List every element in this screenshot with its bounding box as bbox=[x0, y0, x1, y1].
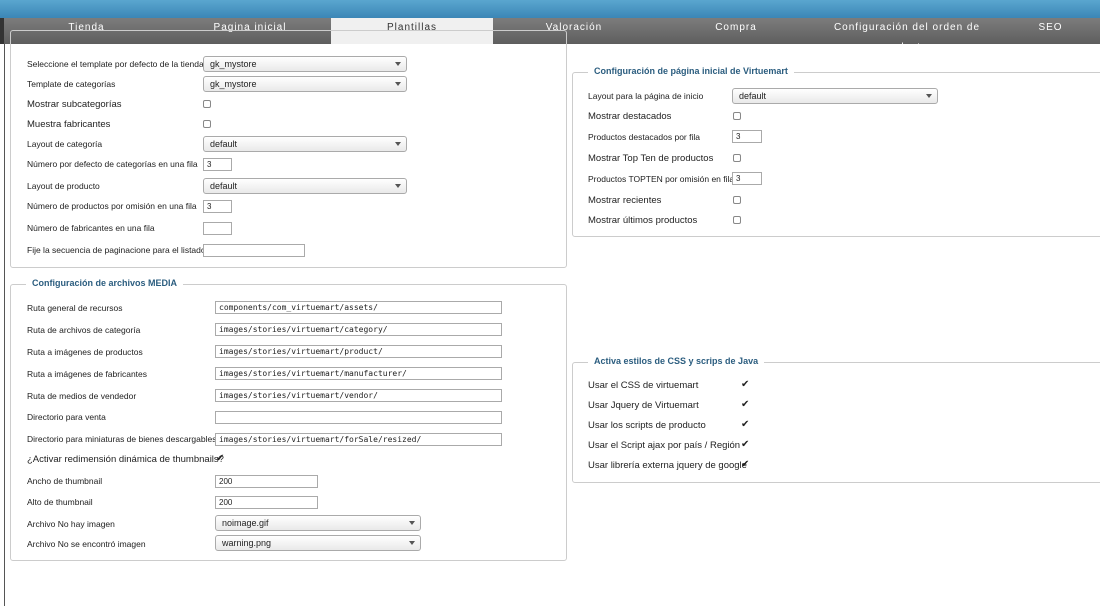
show-latest-checkbox[interactable] bbox=[733, 216, 741, 224]
category-path-input[interactable]: images/stories/virtuemart/category/ bbox=[215, 323, 502, 336]
manufacturer-path-label: Ruta a imágenes de fabricantes bbox=[27, 369, 148, 379]
products-per-row-input[interactable]: 3 bbox=[203, 200, 232, 213]
thumb-height-label: Alto de thumbnail bbox=[27, 497, 93, 507]
use-ajax-label: Usar el Script ajax por país / Región bbox=[588, 440, 741, 451]
thumb-width-label: Ancho de thumbnail bbox=[27, 476, 103, 486]
dynamic-resize-label: ¿Activar redimensión dinámica de thumbna… bbox=[27, 454, 224, 465]
product-layout-label: Layout de producto bbox=[27, 181, 100, 191]
show-featured-label: Mostrar destacados bbox=[588, 111, 672, 122]
chevron-down-icon bbox=[409, 521, 415, 525]
css-js-fieldset: Activa estilos de CSS y scrips de Java U… bbox=[572, 356, 1100, 483]
dynamic-resize-checkbox[interactable]: ✔ bbox=[216, 454, 226, 464]
manufacturers-per-row-label: Número de fabricantes en una fila bbox=[27, 223, 155, 233]
use-css-label: Usar el CSS de virtuemart bbox=[588, 380, 699, 391]
media-legend: Configuración de archivos MEDIA bbox=[26, 278, 184, 288]
no-image-select[interactable]: noimage.gif bbox=[215, 515, 421, 531]
use-css-checkbox[interactable]: ✔ bbox=[741, 380, 751, 390]
forsale-thumbs-input[interactable]: images/stories/virtuemart/forSale/resize… bbox=[215, 433, 502, 446]
product-path-label: Ruta a imágenes de productos bbox=[27, 347, 143, 357]
featured-per-row-input[interactable]: 3 bbox=[732, 130, 762, 143]
chevron-down-icon bbox=[395, 142, 401, 146]
category-layout-select[interactable]: default bbox=[203, 136, 407, 152]
homepage-layout-label: Layout para la página de inicio bbox=[588, 91, 704, 101]
chevron-down-icon bbox=[409, 541, 415, 545]
css-js-legend: Activa estilos de CSS y scrips de Java bbox=[588, 356, 765, 366]
pagination-sequence-label: Fije la secuencia de paginacione para el… bbox=[27, 245, 206, 255]
forsale-thumbs-label: Directorio para miniaturas de bienes des… bbox=[27, 434, 217, 444]
homepage-legend: Configuración de página inicial de Virtu… bbox=[588, 66, 794, 76]
show-topten-label: Mostrar Top Ten de productos bbox=[588, 153, 714, 164]
category-template-select[interactable]: gk_mystore bbox=[203, 76, 407, 92]
show-featured-checkbox[interactable] bbox=[733, 112, 741, 120]
not-found-select[interactable]: warning.png bbox=[215, 535, 421, 551]
default-template-label: Seleccione el template por defecto de la… bbox=[27, 59, 204, 69]
tab-seo[interactable]: SEO bbox=[997, 18, 1100, 44]
chevron-down-icon bbox=[395, 82, 401, 86]
media-fieldset: Configuración de archivos MEDIA Ruta gen… bbox=[10, 278, 567, 561]
pagination-sequence-input[interactable] bbox=[203, 244, 305, 257]
default-template-select[interactable]: gk_mystore bbox=[203, 56, 407, 72]
chevron-down-icon bbox=[395, 62, 401, 66]
category-path-label: Ruta de archivos de categoría bbox=[27, 325, 141, 335]
show-manufacturers-checkbox[interactable] bbox=[203, 120, 211, 128]
show-recent-checkbox[interactable] bbox=[733, 196, 741, 204]
show-recent-label: Mostrar recientes bbox=[588, 195, 662, 206]
templates-fieldset: Seleccione el template por defecto de la… bbox=[10, 30, 567, 268]
show-latest-label: Mostrar últimos productos bbox=[588, 215, 698, 226]
homepage-fieldset: Configuración de página inicial de Virtu… bbox=[572, 66, 1100, 237]
category-template-label: Template de categorías bbox=[27, 79, 116, 89]
assets-path-input[interactable]: components/com_virtuemart/assets/ bbox=[215, 301, 502, 314]
use-product-scripts-label: Usar los scripts de producto bbox=[588, 420, 706, 431]
featured-per-row-label: Productos destacados por fila bbox=[588, 132, 700, 142]
assets-path-label: Ruta general de recursos bbox=[27, 303, 123, 313]
categories-per-row-label: Número por defecto de categorías en una … bbox=[27, 159, 198, 169]
forsale-dir-label: Directorio para venta bbox=[27, 412, 106, 422]
use-jquery-checkbox[interactable]: ✔ bbox=[741, 400, 751, 410]
topten-per-row-input[interactable]: 3 bbox=[732, 172, 762, 185]
product-path-input[interactable]: images/stories/virtuemart/product/ bbox=[215, 345, 502, 358]
manufacturers-per-row-input[interactable] bbox=[203, 222, 232, 235]
show-topten-checkbox[interactable] bbox=[733, 154, 741, 162]
forsale-dir-input[interactable] bbox=[215, 411, 502, 424]
products-per-row-label: Número de productos por omisión en una f… bbox=[27, 201, 197, 211]
use-jquery-label: Usar Jquery de Virtuemart bbox=[588, 400, 699, 411]
use-product-scripts-checkbox[interactable]: ✔ bbox=[741, 420, 751, 430]
thumb-width-input[interactable]: 200 bbox=[215, 475, 318, 488]
show-manufacturers-label: Muestra fabricantes bbox=[27, 119, 111, 130]
chevron-down-icon bbox=[395, 184, 401, 188]
use-ajax-checkbox[interactable]: ✔ bbox=[741, 440, 751, 450]
top-header-bar bbox=[0, 0, 1100, 18]
product-layout-select[interactable]: default bbox=[203, 178, 407, 194]
no-image-label: Archivo No hay imagen bbox=[27, 519, 115, 529]
not-found-label: Archivo No se encontró imagen bbox=[27, 539, 146, 549]
chevron-down-icon bbox=[926, 94, 932, 98]
use-google-jquery-label: Usar librería externa jquery de google bbox=[588, 460, 747, 471]
show-subcategories-checkbox[interactable] bbox=[203, 100, 211, 108]
thumb-height-input[interactable]: 200 bbox=[215, 496, 318, 509]
tab-compra[interactable]: Compra bbox=[655, 18, 817, 44]
vendor-path-label: Ruta de medios de vendedor bbox=[27, 391, 137, 401]
categories-per-row-input[interactable]: 3 bbox=[203, 158, 232, 171]
left-divider bbox=[4, 44, 5, 606]
homepage-layout-select[interactable]: default bbox=[732, 88, 938, 104]
use-google-jquery-checkbox[interactable]: ✔ bbox=[741, 460, 751, 470]
category-layout-label: Layout de categoría bbox=[27, 139, 103, 149]
show-subcategories-label: Mostrar subcategorías bbox=[27, 99, 122, 110]
vendor-path-input[interactable]: images/stories/virtuemart/vendor/ bbox=[215, 389, 502, 402]
tab-orden-productos[interactable]: Configuración del orden de productos bbox=[817, 18, 997, 53]
manufacturer-path-input[interactable]: images/stories/virtuemart/manufacturer/ bbox=[215, 367, 502, 380]
topten-per-row-label: Productos TOPTEN por omisión en fila bbox=[588, 174, 735, 184]
